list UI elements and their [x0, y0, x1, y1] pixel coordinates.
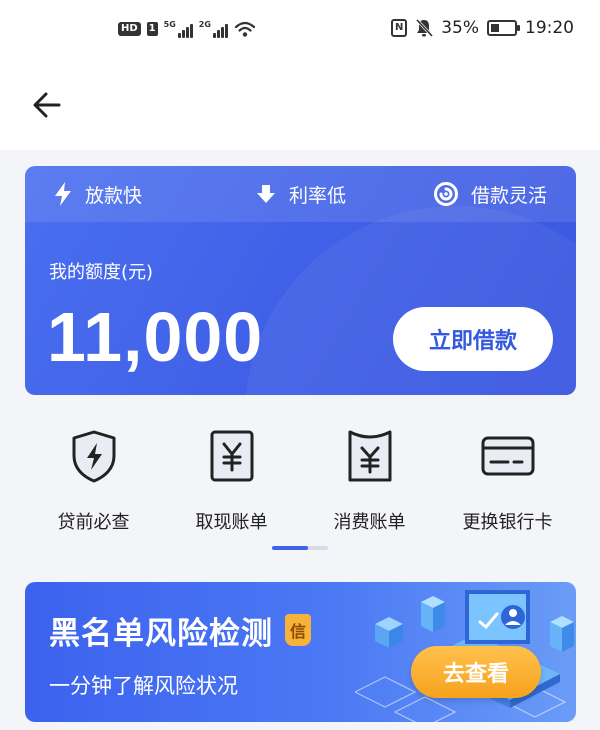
shield-lightning-icon	[72, 430, 115, 483]
yuan-bill-icon	[210, 430, 253, 482]
banner-subtitle: 一分钟了解风险状况	[49, 674, 238, 698]
quota-label: 我的额度(元)	[49, 262, 154, 283]
page-indicator-active	[272, 546, 308, 550]
menu-item-cash-bill[interactable]: 取现账单	[163, 420, 300, 540]
nfc-icon: N	[391, 19, 408, 37]
menu-item-change-bank-card[interactable]: 更换银行卡	[439, 420, 576, 540]
hd-icon: HD	[118, 22, 141, 36]
signal-5g-label: 5G	[163, 20, 176, 29]
banner-title: 黑名单风险检测	[49, 616, 273, 652]
go-check-button[interactable]: 去查看	[411, 646, 541, 698]
feature-flexible: 借款灵活	[433, 166, 547, 222]
down-arrow-icon	[257, 185, 275, 203]
borrow-now-button[interactable]: 立即借款	[393, 307, 553, 371]
feature-label: 利率低	[289, 184, 347, 207]
quick-menu: 贷前必查 取现账单 消费账单 更换银行卡	[25, 420, 576, 540]
bank-card-icon	[481, 436, 534, 476]
menu-item-label: 贷前必查	[57, 512, 130, 533]
feature-fast-loan: 放款快	[53, 166, 142, 222]
signal-2g-icon: 2G	[199, 20, 228, 38]
mute-bell-icon	[416, 18, 434, 38]
feature-label: 借款灵活	[471, 184, 548, 207]
menu-item-label: 取现账单	[195, 512, 268, 533]
credit-badge: 信	[285, 614, 311, 646]
clock-time: 19:20	[525, 18, 574, 38]
swirl-icon	[434, 182, 458, 206]
battery-icon	[487, 20, 520, 36]
nav-bar	[0, 64, 600, 150]
menu-item-consumption-bill[interactable]: 消费账单	[301, 420, 438, 540]
menu-item-label: 消费账单	[333, 512, 406, 533]
credit-card: 放款快 利率低 借款灵活 我的额度(元) 11,000 立即借款	[25, 166, 576, 395]
back-button[interactable]	[30, 88, 64, 122]
status-right: N 35% 19:20	[391, 18, 574, 38]
page-indicator	[272, 546, 328, 550]
arrow-left-icon	[33, 92, 61, 118]
menu-item-label: 更换银行卡	[462, 512, 553, 533]
feature-strip: 放款快 利率低 借款灵活	[25, 166, 576, 222]
menu-item-pre-loan-check[interactable]: 贷前必查	[25, 420, 162, 540]
signal-2g-label: 2G	[198, 20, 211, 29]
feature-low-rate: 利率低	[255, 166, 346, 222]
blacklist-risk-banner[interactable]: 黑名单风险检测 信 一分钟了解风险状况 去查看	[25, 582, 576, 722]
sim-icon: 1	[146, 22, 158, 36]
feature-label: 放款快	[85, 184, 143, 207]
signal-5g-icon: 5G	[164, 20, 193, 38]
quota-amount: 11,000	[47, 298, 264, 376]
wifi-icon	[234, 21, 256, 37]
status-left: HD 1 5G 2G	[118, 20, 256, 38]
yuan-receipt-icon	[348, 430, 391, 482]
lightning-icon	[55, 182, 71, 206]
status-bar: HD 1 5G 2G N 35% 19:20	[0, 0, 600, 64]
battery-percent: 35%	[441, 18, 479, 38]
